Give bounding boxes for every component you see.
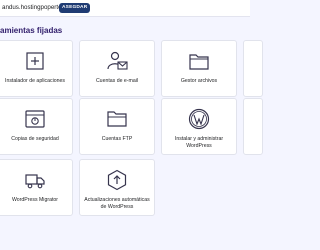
tool-card-file-manager[interactable]: Gestor archivos: [161, 40, 237, 97]
wordpress-icon: [188, 108, 210, 130]
auto-update-icon: [106, 169, 128, 191]
tool-card-partial[interactable]: [243, 98, 263, 155]
tool-label: Instalar y administrar WordPress: [174, 136, 224, 149]
ftp-folder-icon: [106, 108, 128, 130]
top-bar: andus.hostingpoperto.ser ASEGDAR: [0, 0, 250, 17]
tool-label: Gestor archivos: [180, 78, 218, 84]
tool-card-app-installer[interactable]: Instalador de aplicaciones: [0, 40, 73, 97]
section-title: amientas fijadas: [0, 26, 63, 35]
tool-label: Cuentas de e-mail: [95, 78, 139, 84]
migrator-truck-icon: [24, 169, 46, 191]
email-accounts-icon: [106, 50, 128, 72]
app-installer-icon: [24, 50, 46, 72]
tool-card-auto-updates[interactable]: Actualizaciones automáticas de WordPress: [79, 159, 155, 216]
file-manager-icon: [188, 50, 210, 72]
tool-card-email-accounts[interactable]: Cuentas de e-mail: [79, 40, 155, 97]
tool-card-wordpress[interactable]: Instalar y administrar WordPress: [161, 98, 237, 155]
tool-label: Actualizaciones automáticas de WordPress: [84, 197, 150, 210]
backup-icon: [24, 108, 46, 130]
status-badge[interactable]: ASEGDAR: [59, 3, 91, 13]
tool-card-backups[interactable]: Copias de seguridad: [0, 98, 73, 155]
tool-card-ftp-accounts[interactable]: Cuentas FTP: [79, 98, 155, 155]
tool-card-partial[interactable]: [243, 40, 263, 97]
tool-label: WordPress Migrator: [11, 197, 59, 203]
tool-card-wordpress-migrator[interactable]: WordPress Migrator: [0, 159, 73, 216]
tool-label: Cuentas FTP: [101, 136, 133, 142]
tool-label: Instalador de aplicaciones: [5, 78, 65, 84]
tool-label: Copias de seguridad: [11, 136, 59, 142]
